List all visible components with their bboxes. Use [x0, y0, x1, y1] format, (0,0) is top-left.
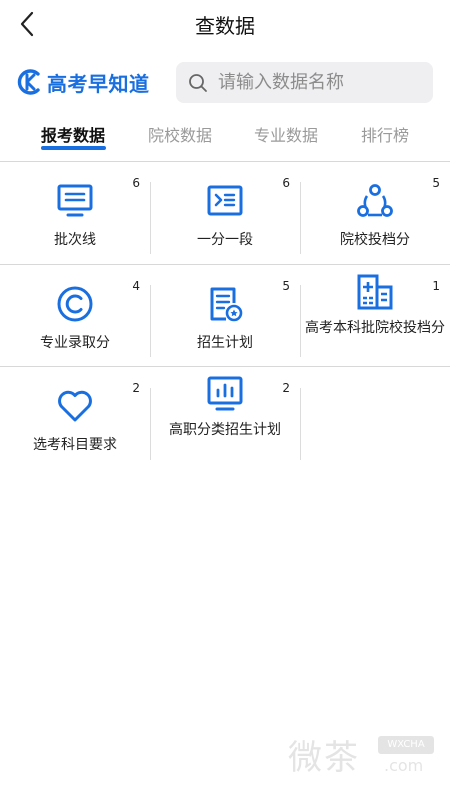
watermark: 微茶 WXCHA .com — [288, 726, 438, 786]
chart-monitor-icon — [207, 376, 243, 411]
top-bar: 查数据 — [0, 0, 450, 48]
tab-major-data[interactable]: 专业数据 — [254, 122, 318, 146]
grid-item-major-admission-score[interactable]: 4 专业录取分 — [0, 265, 150, 367]
item-count: 6 — [132, 176, 140, 190]
item-label: 专业录取分 — [40, 335, 110, 351]
item-count: 2 — [282, 381, 290, 395]
item-label: 一分一段 — [197, 232, 253, 248]
item-count: 5 — [282, 279, 290, 293]
watermark-domain: .com — [384, 756, 424, 775]
copyright-icon — [57, 286, 93, 322]
tab-application-data[interactable]: 报考数据 — [41, 122, 105, 146]
monitor-icon — [57, 184, 93, 217]
grid-item-vocational-enrollment-plan[interactable]: 2 高职分类招生计划 — [150, 367, 300, 469]
column-separator — [300, 388, 301, 460]
grid-item-batch-line[interactable]: 6 批次线 — [0, 162, 150, 264]
brand-logo: 高考早知道 — [16, 66, 150, 98]
search-box[interactable] — [176, 62, 433, 103]
heart-icon — [58, 390, 92, 422]
search-icon — [189, 73, 207, 92]
watermark-chars: 微茶 — [288, 738, 360, 778]
item-count: 5 — [432, 176, 440, 190]
watermark-badge: WXCHA — [378, 736, 434, 754]
active-tab-indicator — [41, 146, 106, 150]
item-count: 6 — [282, 176, 290, 190]
item-label: 选考科目要求 — [33, 437, 117, 453]
grid-item-subject-requirements[interactable]: 2 选考科目要求 — [0, 367, 150, 469]
share-nodes-icon — [357, 184, 393, 217]
grid-item-score-distribution[interactable]: 6 一分一段 — [150, 162, 300, 264]
brand-name: 高考早知道 — [47, 71, 150, 96]
item-label: 高职分类招生计划 — [169, 422, 281, 438]
grid-item-enrollment-plan[interactable]: 5 招生计划 — [150, 265, 300, 367]
item-count: 4 — [132, 279, 140, 293]
tab-rankings[interactable]: 排行榜 — [361, 122, 409, 146]
grid-item-school-filing-score[interactable]: 5 院校投档分 — [300, 162, 450, 264]
hospital-building-icon — [357, 274, 393, 310]
page-title: 查数据 — [195, 14, 255, 38]
item-label: 招生计划 — [197, 335, 253, 351]
item-label: 院校投档分 — [340, 232, 410, 248]
terminal-icon — [207, 185, 243, 216]
item-count: 2 — [132, 381, 140, 395]
brand-logo-icon — [17, 69, 40, 95]
item-label: 高考本科批院校投档分 — [305, 320, 445, 336]
search-input[interactable] — [218, 72, 418, 93]
item-label: 批次线 — [54, 232, 96, 248]
grid-item-undergrad-filing-score[interactable]: 1 高考本科批院校投档分 — [300, 265, 450, 367]
item-count: 1 — [432, 279, 440, 293]
brand-search-row: 高考早知道 — [0, 60, 450, 106]
tab-school-data[interactable]: 院校数据 — [148, 122, 212, 146]
tab-bar: 报考数据 院校数据 专业数据 排行榜 — [0, 116, 450, 156]
document-badge-icon — [210, 287, 243, 322]
